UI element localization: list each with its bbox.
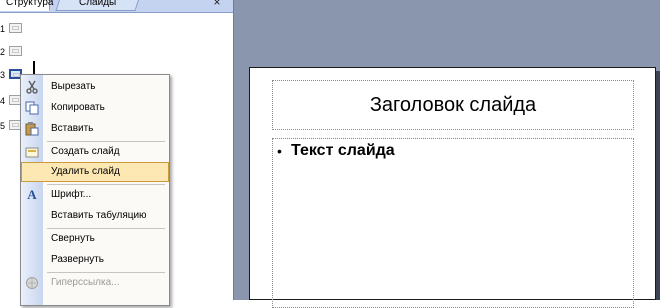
menu-item-insert-tab[interactable]: Вставить табуляцию <box>21 206 169 226</box>
tab-slides[interactable]: Слайды <box>55 0 141 11</box>
context-menu: Вырезать Копировать Вставить Создать сла… <box>20 74 170 306</box>
menu-item-font[interactable]: A Шрифт... <box>21 185 169 205</box>
menu-item-paste[interactable]: Вставить <box>21 119 169 139</box>
menu-item-label: Свернуть <box>51 233 95 244</box>
menu-item-collapse[interactable]: Свернуть <box>21 229 169 249</box>
menu-item-label: Копировать <box>51 102 105 113</box>
menu-item-delete-slide[interactable]: Удалить слайд <box>21 162 169 182</box>
bullet: • <box>277 143 282 159</box>
copy-icon <box>25 101 39 115</box>
menu-item-expand[interactable]: Развернуть <box>21 250 169 270</box>
slide-icon <box>9 23 22 33</box>
slide-title-placeholder[interactable]: Заголовок слайда <box>272 80 634 130</box>
close-pane-button[interactable]: × <box>211 0 223 10</box>
menu-item-new-slide[interactable]: Создать слайд <box>21 142 169 162</box>
menu-item-copy[interactable]: Копировать <box>21 98 169 118</box>
menu-item-label: Создать слайд <box>51 146 120 157</box>
menu-item-label: Удалить слайд <box>51 166 120 177</box>
menu-item-label: Развернуть <box>51 254 105 265</box>
slide-icon <box>9 46 22 56</box>
pane-tab-strip: Структура Слайды × <box>0 0 233 13</box>
menu-item-label: Вставить <box>51 123 94 134</box>
new-slide-icon <box>25 145 39 159</box>
slide-number: 5 <box>0 121 6 131</box>
scissors-icon <box>25 80 39 94</box>
menu-item-label: Гиперссылка... <box>51 277 120 288</box>
slide-canvas[interactable]: Заголовок слайда • Текст слайда <box>249 67 656 308</box>
outline-slide-row[interactable]: 2 <box>0 45 40 59</box>
slide-body-placeholder[interactable]: • Текст слайда <box>272 138 634 308</box>
tab-outline[interactable]: Структура <box>0 0 53 11</box>
slide-number: 1 <box>0 24 6 34</box>
menu-item-label: Вырезать <box>51 81 96 92</box>
font-icon: A <box>27 187 37 202</box>
hyperlink-icon <box>25 276 39 290</box>
menu-item-label: Вставить табуляцию <box>51 210 147 221</box>
paste-icon <box>25 122 39 136</box>
menu-item-cut[interactable]: Вырезать <box>21 77 169 97</box>
tab-slides-label: Слайды <box>79 0 117 8</box>
menu-item-hyperlink[interactable]: Гиперссылка... <box>21 273 169 293</box>
menu-item-label: Шрифт... <box>51 189 92 200</box>
slide-number: 4 <box>0 96 6 106</box>
slide-number: 3 <box>0 70 6 80</box>
slide-body-text: Текст слайда <box>291 142 395 159</box>
outline-slide-row[interactable]: 1 <box>0 22 40 36</box>
slide-number: 2 <box>0 47 6 57</box>
